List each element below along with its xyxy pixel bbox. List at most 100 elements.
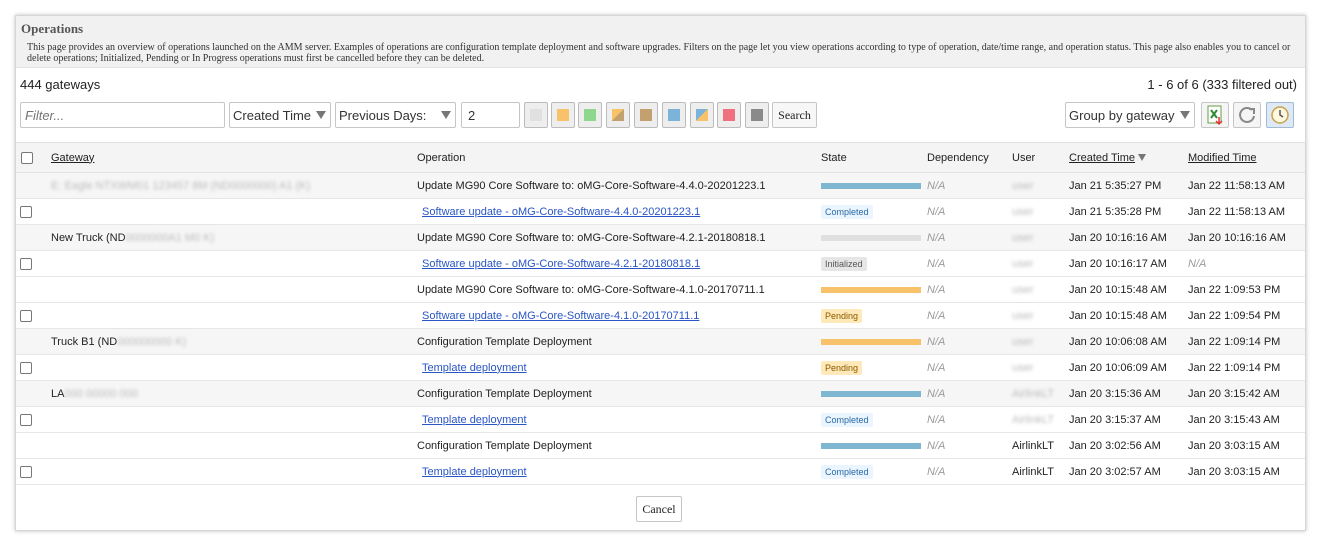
state-cell	[820, 172, 926, 199]
state-cell	[820, 276, 926, 303]
status-filter-in-progress[interactable]	[578, 102, 602, 128]
gateway-cell	[50, 406, 416, 433]
redacted-text: user	[1012, 257, 1034, 270]
operation-link[interactable]: Template deployment	[422, 466, 527, 478]
row-checkbox[interactable]	[20, 309, 32, 322]
redacted-text: user	[1012, 361, 1034, 374]
user-cell: AirlinkLT	[1011, 458, 1068, 485]
page-description: This page provides an overview of operat…	[27, 42, 1291, 64]
status-badge: Pending	[821, 360, 863, 375]
status-filter-completed[interactable]	[662, 102, 686, 128]
group-by-value: Group by gateway	[1069, 108, 1175, 123]
status-filter-initialized[interactable]	[524, 102, 548, 128]
redacted-text: user	[1012, 335, 1034, 348]
refresh-icon	[1239, 107, 1255, 123]
operation-cell: Configuration Template Deployment	[416, 380, 820, 407]
status-filter-partial[interactable]	[606, 102, 630, 128]
cancel-button[interactable]: Cancel	[636, 496, 682, 522]
column-header-modified-time[interactable]: Modified Time	[1187, 142, 1305, 173]
state-progress-bar	[821, 390, 921, 397]
redacted-text: user	[1012, 283, 1034, 296]
operation-link[interactable]: Template deployment	[422, 362, 527, 374]
auto-refresh-button[interactable]	[1266, 102, 1294, 128]
footer: Cancel	[16, 485, 1305, 529]
created-cell: Jan 21 5:35:27 PM	[1068, 172, 1187, 199]
row-checkbox[interactable]	[20, 361, 32, 374]
redacted-text: 0000000A1 M0 K)	[125, 231, 215, 244]
table-row: Template deployment Pending N/A user Jan…	[16, 354, 1305, 381]
dependency-cell: N/A	[926, 198, 1011, 225]
page-title: Operations	[21, 21, 84, 36]
select-all-cell	[16, 142, 50, 173]
created-cell: Jan 20 3:15:37 AM	[1068, 406, 1187, 433]
table-row: Truck B1 (ND000000000 K) Configuration T…	[16, 328, 1305, 355]
created-time-label: Created Time	[1069, 151, 1136, 164]
filter-input[interactable]	[20, 102, 225, 128]
export-excel-button[interactable]	[1201, 102, 1229, 128]
status-badge: Completed	[821, 204, 873, 219]
row-checkbox[interactable]	[20, 257, 32, 270]
operation-link[interactable]: Template deployment	[422, 414, 527, 426]
operation-cell: Configuration Template Deployment	[416, 328, 820, 355]
modified-cell: Jan 22 1:09:53 PM	[1187, 276, 1305, 303]
operation-link[interactable]: Software update - oMG-Core-Software-4.2.…	[422, 258, 700, 270]
status-filter-expired[interactable]	[745, 102, 769, 128]
gateway-cell	[50, 432, 416, 459]
refresh-button[interactable]	[1233, 102, 1261, 128]
operation-cell: Update MG90 Core Software to: oMG-Core-S…	[416, 276, 820, 303]
time-field-select[interactable]: Created Time	[229, 102, 331, 128]
clock-icon	[1271, 106, 1289, 124]
excel-icon	[1207, 105, 1223, 126]
search-button[interactable]: Search	[772, 102, 817, 128]
operation-link[interactable]: Software update - oMG-Core-Software-4.1.…	[422, 310, 699, 322]
state-cell: Pending	[820, 354, 926, 381]
range-value-input[interactable]: 2	[461, 102, 520, 128]
column-header-created-time[interactable]: Created Time	[1068, 142, 1187, 173]
user-cell: user	[1011, 198, 1068, 225]
table-row: Update MG90 Core Software to: oMG-Core-S…	[16, 276, 1305, 303]
operation-cell: Update MG90 Core Software to: oMG-Core-S…	[416, 172, 820, 199]
modified-cell: Jan 22 1:09:54 PM	[1187, 302, 1305, 329]
operation-cell: Update MG90 Core Software to: oMG-Core-S…	[416, 224, 820, 251]
redacted-text: E: Eagle NTXWM01 123457 8M (ND0000000) A…	[51, 179, 311, 192]
operation-cell: Template deployment	[416, 458, 820, 485]
status-filter-cancelled[interactable]	[634, 102, 658, 128]
time-field-value: Created Time	[233, 108, 312, 123]
status-filter-pending[interactable]	[551, 102, 575, 128]
created-cell: Jan 20 10:15:48 AM	[1068, 302, 1187, 329]
select-all-checkbox[interactable]	[21, 151, 33, 164]
gateway-cell: New Truck (ND0000000A1 M0 K)	[50, 224, 416, 251]
operation-link[interactable]: Software update - oMG-Core-Software-4.4.…	[422, 206, 700, 218]
gateway-cell: Truck B1 (ND000000000 K)	[50, 328, 416, 355]
group-by-select[interactable]: Group by gateway	[1065, 102, 1195, 128]
gateway-cell: E: Eagle NTXWM01 123457 8M (ND0000000) A…	[50, 172, 416, 199]
operations-table: Gateway Operation State Dependency User …	[16, 142, 1305, 485]
dependency-cell: N/A	[926, 224, 1011, 251]
redacted-text: user	[1012, 309, 1034, 322]
row-checkbox[interactable]	[20, 205, 32, 218]
dependency-cell: N/A	[926, 380, 1011, 407]
created-cell: Jan 20 10:16:16 AM	[1068, 224, 1187, 251]
status-swatch	[584, 109, 596, 121]
state-cell: Initialized	[820, 250, 926, 277]
status-filter-completed-partial[interactable]	[690, 102, 714, 128]
table-row: Software update - oMG-Core-Software-4.4.…	[16, 198, 1305, 225]
info-box: Operations This page provides an overvie…	[16, 16, 1305, 68]
state-cell: Completed	[820, 406, 926, 433]
dependency-cell: N/A	[926, 432, 1011, 459]
user-cell: user	[1011, 250, 1068, 277]
row-checkbox[interactable]	[20, 465, 32, 478]
gateway-cell	[50, 302, 416, 329]
dependency-cell: N/A	[926, 172, 1011, 199]
column-header-gateway[interactable]: Gateway	[50, 142, 416, 173]
dependency-cell: N/A	[926, 250, 1011, 277]
status-filter-failed[interactable]	[717, 102, 741, 128]
dependency-cell: N/A	[926, 406, 1011, 433]
row-checkbox[interactable]	[20, 413, 32, 426]
state-progress-bar	[821, 442, 921, 449]
table-row: Software update - oMG-Core-Software-4.2.…	[16, 250, 1305, 277]
operation-cell: Software update - oMG-Core-Software-4.1.…	[416, 302, 820, 329]
user-cell: AirlinkLT	[1011, 432, 1068, 459]
range-type-select[interactable]: Previous Days:	[335, 102, 456, 128]
redacted-text: AirlinkLT	[1012, 387, 1054, 400]
